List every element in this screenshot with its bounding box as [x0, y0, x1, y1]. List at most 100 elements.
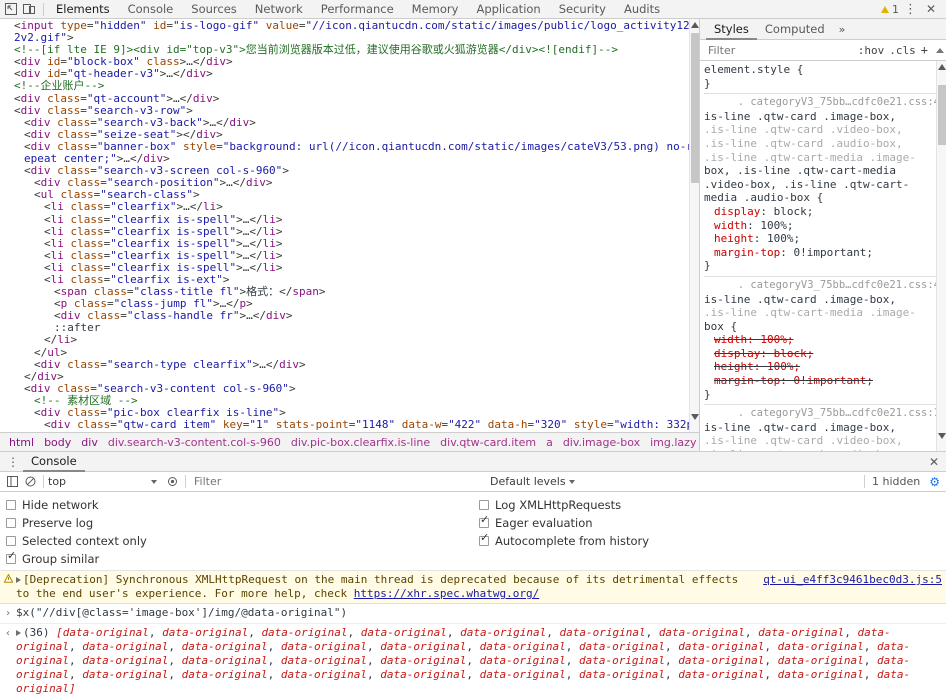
array-item[interactable]: data-original [678, 640, 764, 653]
array-item[interactable]: data-original [778, 654, 864, 667]
array-item[interactable]: data-original [361, 626, 447, 639]
style-rule-selector[interactable]: .is-line .qtw-card .video-box, [704, 434, 946, 448]
dom-tree-scrollbar[interactable] [689, 19, 699, 432]
chevron-up-icon[interactable] [936, 47, 944, 53]
style-rule-selector[interactable]: .is-line .qtw-card .video-box, [704, 123, 946, 137]
style-rule-origin[interactable]: . categoryV3_75bb…cdfc0e21.css:4 [704, 279, 946, 293]
breadcrumb-item[interactable]: div.pic-box.clearfix.is-line [286, 436, 435, 449]
array-item[interactable]: data-original [579, 668, 665, 681]
scroll-thumb[interactable] [938, 85, 946, 145]
tab-console[interactable]: Console [119, 0, 183, 19]
console-left-setting-row[interactable]: Selected context only [6, 532, 473, 550]
console-left-setting-row[interactable]: Preserve log [6, 514, 473, 532]
dom-node-line[interactable]: </li> [0, 334, 699, 346]
tab-computed[interactable]: Computed [757, 19, 833, 39]
breadcrumb-item[interactable]: div.qtw-card.item [435, 436, 541, 449]
breadcrumb-item[interactable]: div [76, 436, 103, 449]
styles-scrollbar[interactable] [936, 61, 946, 451]
inspect-element-icon[interactable] [3, 2, 19, 17]
tab-audits[interactable]: Audits [615, 0, 669, 19]
close-devtools-icon[interactable]: ✕ [922, 2, 940, 16]
array-item[interactable]: data-original [480, 654, 566, 667]
breadcrumb-item[interactable]: html [4, 436, 39, 449]
hov-toggle-button[interactable]: :hov [858, 44, 885, 57]
scroll-down-icon[interactable] [691, 414, 699, 420]
style-property-name[interactable]: margin-top [714, 374, 780, 387]
more-tabs-icon[interactable]: » [833, 23, 852, 36]
array-item[interactable]: data-original [380, 654, 466, 667]
array-item[interactable]: data-original [182, 668, 268, 681]
checkbox[interactable] [6, 518, 16, 528]
live-expression-eye-icon[interactable] [163, 474, 181, 490]
array-item[interactable]: data-original [162, 626, 248, 639]
style-property-name[interactable]: width [714, 219, 747, 232]
dom-node-line[interactable]: <div class="qtw-card item" key="1" stats… [0, 419, 699, 432]
tab-sources[interactable]: Sources [182, 0, 246, 19]
style-declaration[interactable]: width: 100%; [704, 333, 946, 347]
console-filter-input[interactable] [190, 474, 490, 489]
dom-node-line[interactable]: <div class="banner-box" style="backgroun… [0, 140, 699, 165]
style-property-value[interactable]: 100%; [760, 219, 793, 232]
console-warning-message[interactable]: qt-ui_e4ff3c9461bec0d3.js:5 [Deprecation]… [0, 571, 946, 604]
array-item[interactable]: data-original [480, 668, 566, 681]
array-item[interactable]: data-original [778, 668, 864, 681]
style-property-name[interactable]: height [714, 232, 754, 245]
console-right-setting-row[interactable]: Autocomplete from history [479, 532, 946, 550]
array-item[interactable]: data-original [678, 654, 764, 667]
styles-filter-input[interactable] [706, 42, 858, 58]
array-item[interactable]: data-original [63, 626, 149, 639]
style-rule-origin[interactable]: . categoryV3_75bb…cdfc0e21.css:1 [704, 407, 946, 421]
array-item[interactable]: data-original [281, 654, 367, 667]
scroll-up-icon[interactable] [938, 64, 946, 70]
array-item[interactable]: data-original [82, 654, 168, 667]
execution-context-selector[interactable]: top [48, 475, 163, 488]
tab-elements[interactable]: Elements [47, 0, 119, 19]
array-item[interactable]: data-original [659, 626, 745, 639]
style-property-value[interactable]: block; [774, 205, 814, 218]
array-item[interactable]: data-original [678, 668, 764, 681]
device-toolbar-icon[interactable] [21, 2, 37, 17]
array-item[interactable]: data-original [480, 640, 566, 653]
dom-node-line[interactable]: <div class="class-handle fr">…</div> [0, 310, 699, 322]
console-left-setting-row[interactable]: Group similar [6, 550, 473, 568]
style-rule[interactable]: . categoryV3_75bb…cdfc0e21.css:4 is-line … [704, 277, 946, 406]
checkbox[interactable] [479, 500, 489, 510]
style-declaration[interactable]: margin-top: 0!important; [704, 246, 946, 260]
console-input-echo[interactable]: › $x("//div[@class='image-box']/img/@data… [0, 604, 946, 624]
style-declaration[interactable]: height: 100%; [704, 232, 946, 246]
tab-network[interactable]: Network [246, 0, 312, 19]
style-rule[interactable]: . categoryV3_75bb…cdfc0e21.css:4 is-line … [704, 94, 946, 277]
style-rule-selector[interactable]: .is-line .qtw-cart-media .image- [704, 306, 946, 320]
checkbox[interactable] [6, 550, 16, 564]
style-rule-origin[interactable]: . categoryV3_75bb…cdfc0e21.css:4 [704, 96, 946, 110]
styles-rules-list[interactable]: element.style {}. categoryV3_75bb…cdfc0e… [700, 61, 946, 451]
tab-security[interactable]: Security [550, 0, 615, 19]
style-rule-selector[interactable]: media .audio-box { [704, 191, 946, 205]
console-right-setting-row[interactable]: Log XMLHttpRequests [479, 496, 946, 514]
style-property-value[interactable]: block; [774, 347, 814, 360]
array-item[interactable]: data-original [261, 626, 347, 639]
breadcrumb-item[interactable]: a [541, 436, 558, 449]
close-drawer-icon[interactable]: ✕ [922, 455, 946, 469]
array-item[interactable]: data-original [380, 640, 466, 653]
console-right-setting-row[interactable]: Eager evaluation [479, 514, 946, 532]
style-declaration[interactable]: margin-top: 0!important; [704, 374, 946, 388]
hidden-messages-count[interactable]: 1 hidden [864, 475, 924, 488]
console-output-array[interactable]: ‹ (36) [data-original, data-original, dat… [0, 624, 946, 697]
array-item[interactable]: data-original [778, 640, 864, 653]
array-item[interactable]: data-original [380, 668, 466, 681]
console-left-setting-row[interactable]: Hide network [6, 496, 473, 514]
tab-application[interactable]: Application [467, 0, 549, 19]
array-item[interactable]: data-original [460, 626, 546, 639]
clear-console-icon[interactable] [21, 474, 39, 490]
style-property-name[interactable]: height [714, 360, 754, 373]
style-property-value[interactable]: 100%; [767, 232, 800, 245]
array-item[interactable]: data-original [281, 640, 367, 653]
new-style-rule-button[interactable]: + [921, 43, 928, 57]
style-rule-selector[interactable]: .is-line .qtw-card .audio-box, [704, 448, 946, 451]
console-warning-link[interactable]: https://xhr.spec.whatwg.org/ [354, 587, 539, 600]
dom-node-line[interactable]: <input type="hidden" id="is-logo-gif" va… [0, 19, 699, 44]
breadcrumb-item[interactable]: div.search-v3-content.col-s-960 [103, 436, 286, 449]
array-item[interactable]: data-original [281, 668, 367, 681]
checkbox[interactable] [6, 500, 16, 510]
